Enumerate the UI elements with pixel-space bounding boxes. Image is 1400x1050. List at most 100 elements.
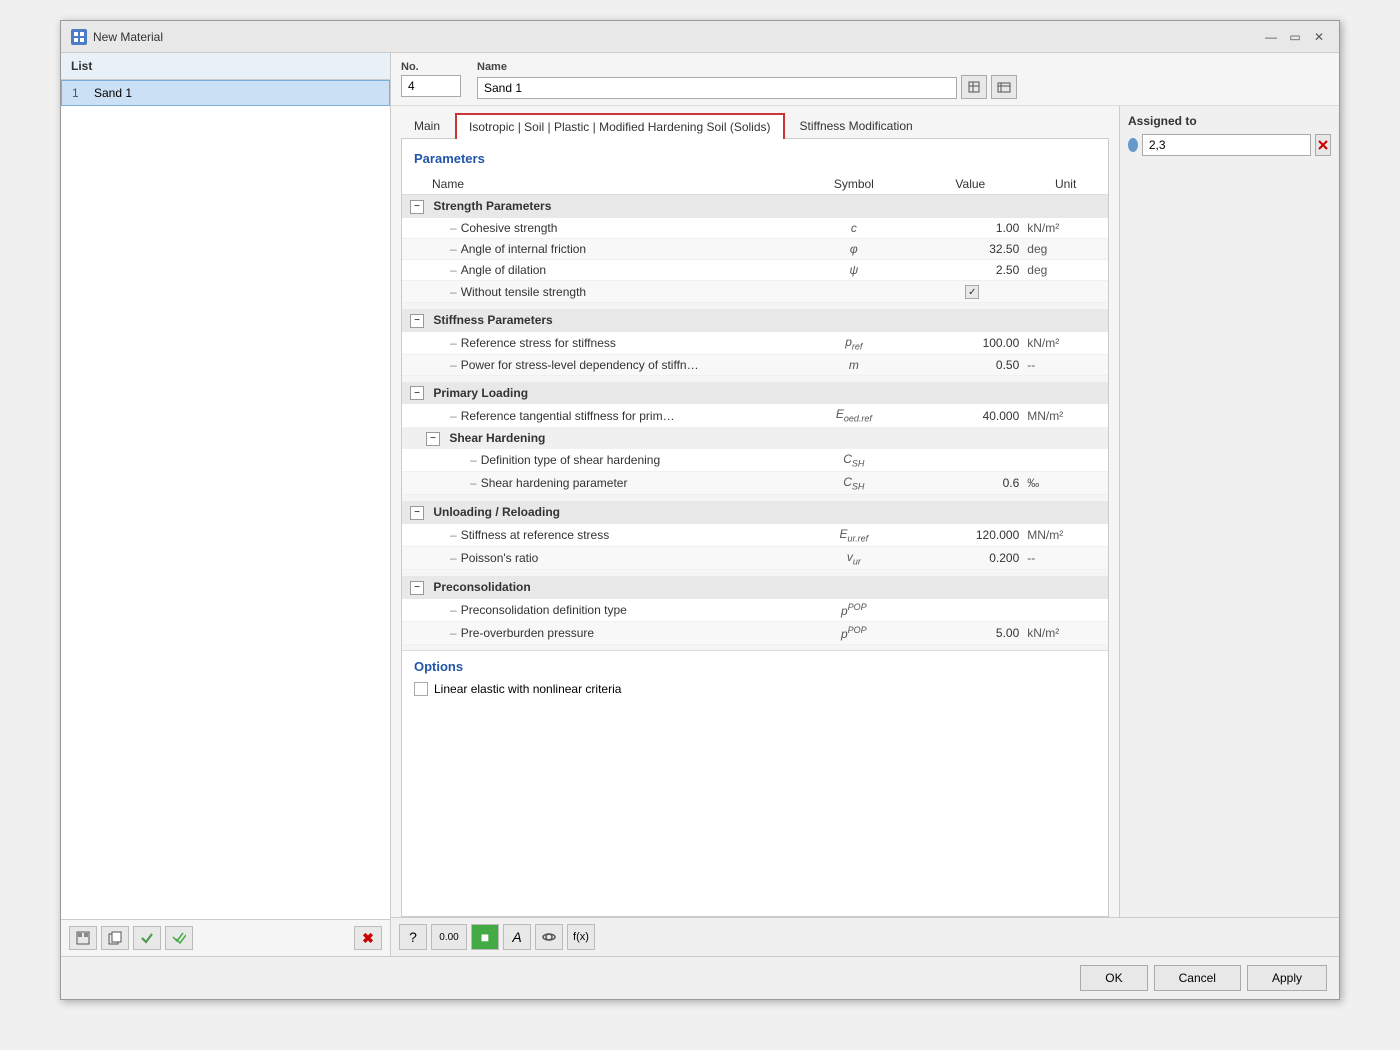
maximize-button[interactable]: ▭ <box>1285 27 1305 47</box>
cancel-button[interactable]: Cancel <box>1154 965 1241 991</box>
param-unit: -- <box>1023 355 1108 376</box>
material-list: 1 Sand 1 <box>61 80 390 919</box>
tensile-checkbox[interactable]: ✓ <box>965 285 979 299</box>
param-value[interactable]: 1.00 <box>917 218 1023 239</box>
text-style-button[interactable]: A <box>503 924 531 950</box>
assigned-icon <box>1128 138 1138 152</box>
param-value[interactable]: 5.00 <box>917 621 1023 644</box>
delete-material-button[interactable]: ✖ <box>354 926 382 950</box>
param-value[interactable] <box>917 599 1023 622</box>
collapse-precons-btn[interactable]: − <box>410 581 424 595</box>
param-symbol: CSH <box>790 449 917 472</box>
param-name: –Shear hardening parameter <box>402 471 790 494</box>
param-name: –Angle of dilation <box>402 259 790 280</box>
collapse-stiffness-btn[interactable]: − <box>410 314 424 328</box>
param-symbol: pPOP <box>790 621 917 644</box>
param-symbol: Eur.ref <box>790 524 917 547</box>
table-row: –Preconsolidation definition type pPOP <box>402 599 1108 622</box>
param-checkbox[interactable]: ✓ <box>917 280 1023 303</box>
bottom-toolbar: ? 0.00 ■ A f(x) <box>391 917 1339 956</box>
right-panel: Assigned to <box>1119 106 1339 917</box>
param-unit: kN/m² <box>1023 621 1108 644</box>
check2-button[interactable] <box>165 926 193 950</box>
collapse-shear-btn[interactable]: − <box>426 432 440 446</box>
no-field-group: No. <box>401 61 461 97</box>
table-row: –Power for stress-level dependency of st… <box>402 355 1108 376</box>
tab-main[interactable]: Main <box>401 113 453 138</box>
subgroup-shear-hardening: − Shear Hardening <box>402 427 1108 448</box>
apply-button[interactable]: Apply <box>1247 965 1327 991</box>
group-unloading: − Unloading / Reloading <box>402 501 1108 524</box>
list-header: List <box>61 53 390 80</box>
param-name: –Power for stress-level dependency of st… <box>402 355 790 376</box>
list-footer: ✖ <box>61 919 390 956</box>
tabs-row: Main Isotropic | Soil | Plastic | Modifi… <box>401 112 1109 139</box>
collapse-strength-btn[interactable]: − <box>410 200 424 214</box>
assigned-input[interactable] <box>1142 134 1311 156</box>
col-header-unit: Unit <box>1023 174 1108 195</box>
table-row: –Reference stress for stiffness pref 100… <box>402 332 1108 355</box>
tab-stiffness-mod[interactable]: Stiffness Modification <box>787 113 926 138</box>
param-symbol: m <box>790 355 917 376</box>
color-button[interactable]: ■ <box>471 924 499 950</box>
material-library-button[interactable] <box>991 75 1017 99</box>
param-name: –Pre-overburden pressure <box>402 621 790 644</box>
ok-button[interactable]: OK <box>1080 965 1147 991</box>
param-symbol: pref <box>790 332 917 355</box>
linear-elastic-checkbox[interactable] <box>414 682 428 696</box>
param-symbol: pPOP <box>790 599 917 622</box>
precision-button[interactable]: 0.00 <box>431 924 467 950</box>
name-input[interactable] <box>477 77 957 99</box>
close-button[interactable]: ✕ <box>1309 27 1329 47</box>
param-symbol: Eoed.ref <box>790 404 917 427</box>
param-value[interactable]: 0.50 <box>917 355 1023 376</box>
param-name: –Preconsolidation definition type <box>402 599 790 622</box>
param-name: –Definition type of shear hardening <box>402 449 790 472</box>
param-value[interactable]: 32.50 <box>917 238 1023 259</box>
params-header: Parameters <box>402 147 1108 174</box>
group-strength: − Strength Parameters <box>402 195 1108 218</box>
help-button[interactable]: ? <box>399 924 427 950</box>
table-row: –Cohesive strength c 1.00 kN/m² <box>402 218 1108 239</box>
param-name: –Reference tangential stiffness for prim… <box>402 404 790 427</box>
check1-button[interactable] <box>133 926 161 950</box>
collapse-primary-btn[interactable]: − <box>410 386 424 400</box>
view-button[interactable] <box>535 924 563 950</box>
no-input[interactable] <box>401 75 461 97</box>
formula-button[interactable]: f(x) <box>567 924 595 950</box>
group-precons-label: Preconsolidation <box>433 580 530 594</box>
table-row: –Poisson's ratio vur 0.200 -- <box>402 547 1108 570</box>
param-symbol: φ <box>790 238 917 259</box>
list-item[interactable]: 1 Sand 1 <box>61 80 390 106</box>
param-value[interactable]: 100.00 <box>917 332 1023 355</box>
add-material-button[interactable] <box>69 926 97 950</box>
collapse-unloading-btn[interactable]: − <box>410 506 424 520</box>
titlebar: New Material — ▭ ✕ <box>61 21 1339 53</box>
param-value[interactable] <box>917 449 1023 472</box>
param-value[interactable]: 2.50 <box>917 259 1023 280</box>
col-header-symbol: Symbol <box>790 174 917 195</box>
param-value[interactable]: 40.000 <box>917 404 1023 427</box>
minimize-button[interactable]: — <box>1261 27 1281 47</box>
param-value[interactable]: 0.6 <box>917 471 1023 494</box>
param-name: –Without tensile strength <box>402 280 790 303</box>
group-primary-loading: − Primary Loading <box>402 382 1108 405</box>
table-row: –Pre-overburden pressure pPOP 5.00 kN/m² <box>402 621 1108 644</box>
param-unit: deg <box>1023 259 1108 280</box>
group-primary-label: Primary Loading <box>433 386 528 400</box>
name-field-group: Name <box>477 61 1017 99</box>
params-table: Name Symbol Value Unit − <box>402 174 1108 650</box>
group-stiffness: − Stiffness Parameters <box>402 309 1108 332</box>
param-value[interactable]: 0.200 <box>917 547 1023 570</box>
param-unit: MN/m² <box>1023 404 1108 427</box>
param-name: –Reference stress for stiffness <box>402 332 790 355</box>
assigned-clear-button[interactable] <box>1315 134 1331 156</box>
tab-isotropic[interactable]: Isotropic | Soil | Plastic | Modified Ha… <box>455 113 784 139</box>
param-value[interactable]: 120.000 <box>917 524 1023 547</box>
no-label: No. <box>401 61 461 73</box>
copy-material-button[interactable] <box>101 926 129 950</box>
col-header-name: Name <box>402 174 790 195</box>
linear-elastic-label: Linear elastic with nonlinear criteria <box>434 682 621 696</box>
edit-name-button[interactable] <box>961 75 987 99</box>
param-name: –Stiffness at reference stress <box>402 524 790 547</box>
